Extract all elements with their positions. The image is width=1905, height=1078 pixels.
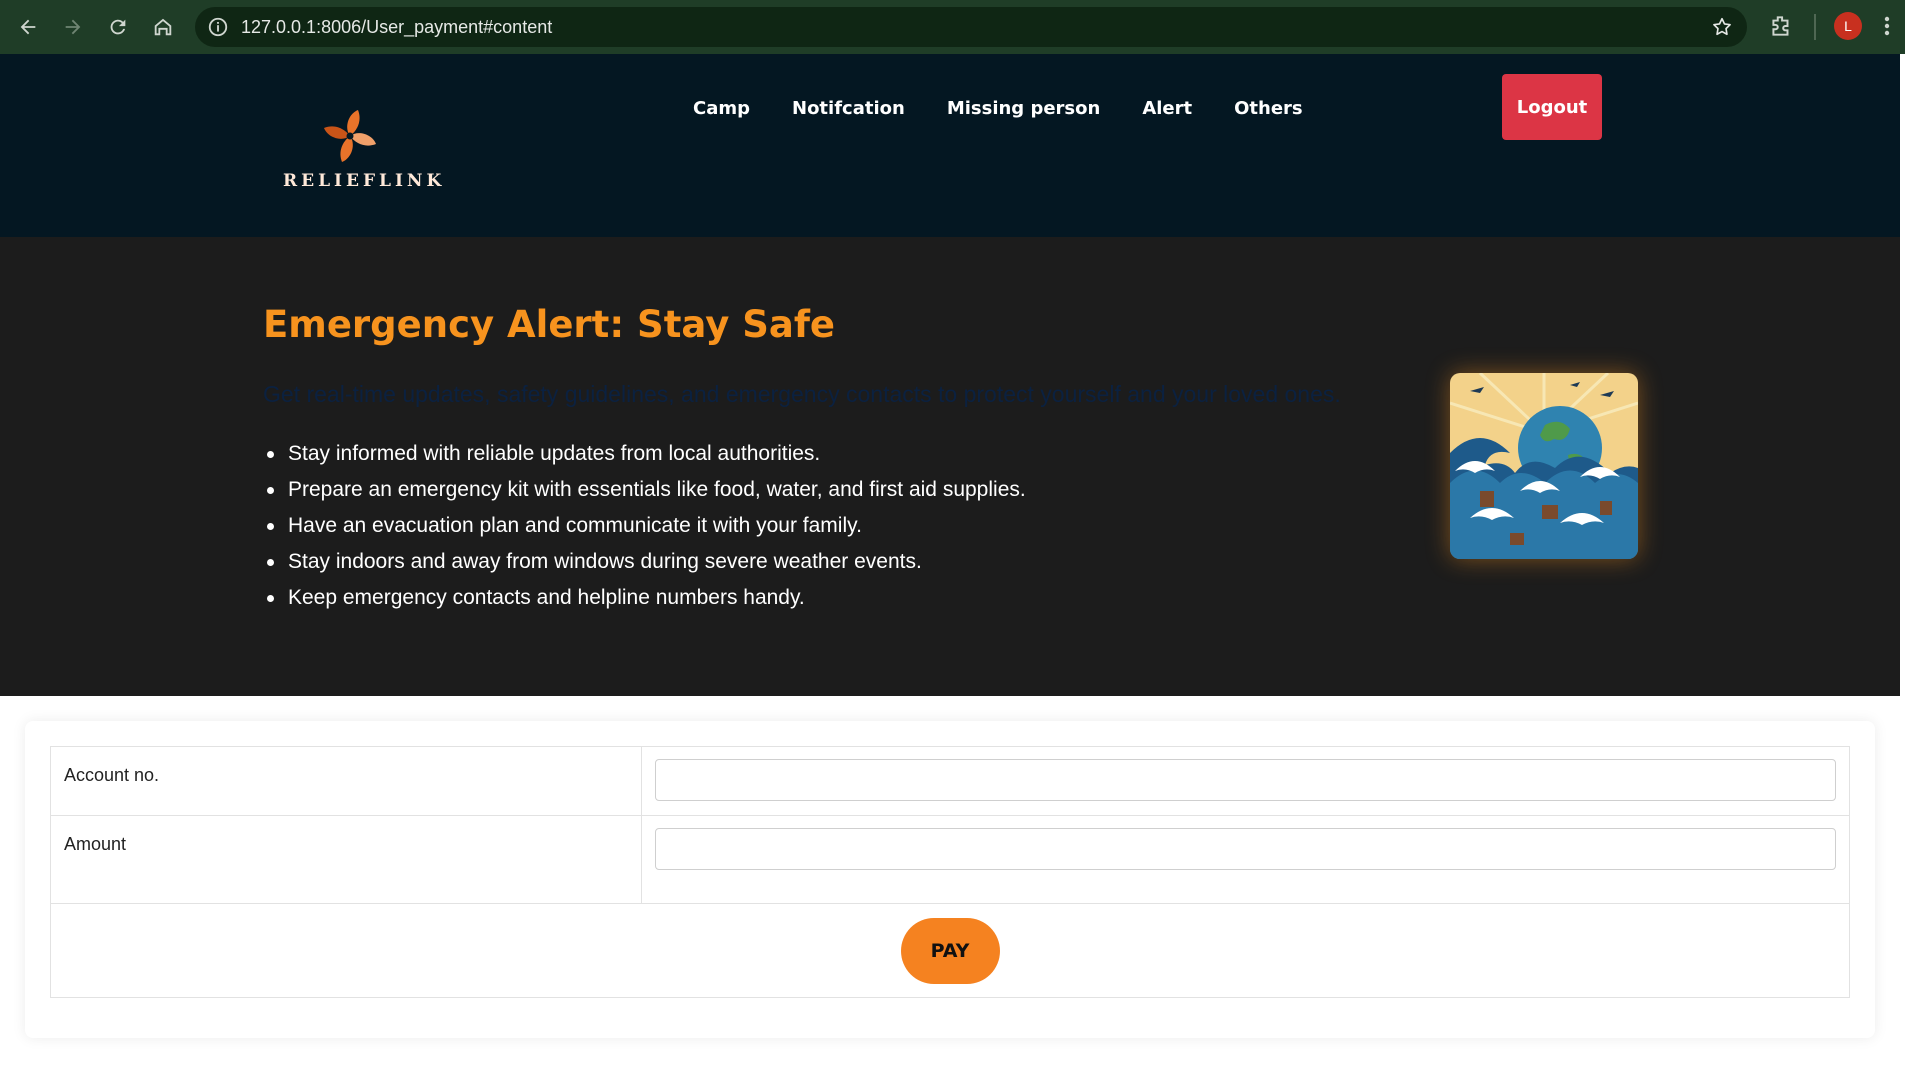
- profile-avatar[interactable]: L: [1834, 12, 1862, 40]
- reload-button[interactable]: [98, 7, 138, 47]
- forward-button[interactable]: [53, 7, 93, 47]
- main-nav: Camp Notifcation Missing person Alert Ot…: [693, 98, 1345, 119]
- safety-tip: Prepare an emergency kit with essentials…: [263, 472, 1026, 508]
- form-row-submit: PAY: [50, 903, 1850, 998]
- browser-toolbar: 127.0.0.1:8006/User_payment#content L: [0, 0, 1905, 54]
- logout-button[interactable]: Logout: [1502, 74, 1602, 140]
- arrow-right-icon: [65, 19, 81, 35]
- site-header: RELIEFLINK Camp Notifcation Missing pers…: [0, 54, 1900, 237]
- form-row-amount: Amount: [50, 815, 1850, 904]
- amount-input[interactable]: [655, 828, 1836, 870]
- emergency-alert-section: Emergency Alert: Stay Safe Get real-time…: [0, 237, 1900, 696]
- url-text[interactable]: 127.0.0.1:8006/User_payment#content: [241, 17, 552, 38]
- home-icon: [154, 18, 172, 36]
- safety-tip: Keep emergency contacts and helpline num…: [263, 580, 1026, 616]
- account-label: Account no.: [50, 746, 642, 816]
- reload-icon: [110, 19, 126, 35]
- nav-others[interactable]: Others: [1234, 98, 1303, 119]
- safety-tip: Stay informed with reliable updates from…: [263, 436, 1026, 472]
- safety-tips-list: Stay informed with reliable updates from…: [263, 436, 1026, 616]
- nav-camp[interactable]: Camp: [693, 98, 750, 119]
- submit-cell: PAY: [50, 903, 1850, 998]
- nav-notification[interactable]: Notifcation: [792, 98, 905, 119]
- extensions-puzzle-icon[interactable]: [1768, 13, 1794, 39]
- form-row-account: Account no.: [50, 746, 1850, 816]
- logo-text: RELIEFLINK: [283, 171, 446, 191]
- pay-button[interactable]: PAY: [900, 917, 1000, 984]
- address-bar[interactable]: 127.0.0.1:8006/User_payment#content: [195, 7, 1747, 47]
- toolbar-divider: [1814, 14, 1816, 40]
- safety-tip: Stay indoors and away from windows durin…: [263, 544, 1026, 580]
- account-input-cell: [641, 746, 1850, 816]
- nav-alert[interactable]: Alert: [1142, 98, 1192, 119]
- bookmark-star-icon[interactable]: [1711, 16, 1733, 38]
- account-number-input[interactable]: [655, 759, 1836, 801]
- amount-input-cell: [641, 815, 1850, 904]
- site-info-icon[interactable]: [207, 16, 229, 38]
- payment-form: Account no. Amount PAY: [50, 746, 1850, 998]
- back-button[interactable]: [8, 7, 48, 47]
- amount-label: Amount: [50, 815, 642, 904]
- disaster-illustration: [1450, 373, 1638, 559]
- nav-missing-person[interactable]: Missing person: [947, 98, 1101, 119]
- alert-title: Emergency Alert: Stay Safe: [263, 303, 836, 346]
- more-menu-icon[interactable]: [1880, 12, 1894, 40]
- alert-subtitle: Get real-time updates, safety guidelines…: [263, 381, 1341, 407]
- arrow-left-icon: [20, 19, 36, 35]
- safety-tip: Have an evacuation plan and communicate …: [263, 508, 1026, 544]
- tsunami-globe-icon: [1450, 373, 1638, 559]
- home-button[interactable]: [143, 7, 183, 47]
